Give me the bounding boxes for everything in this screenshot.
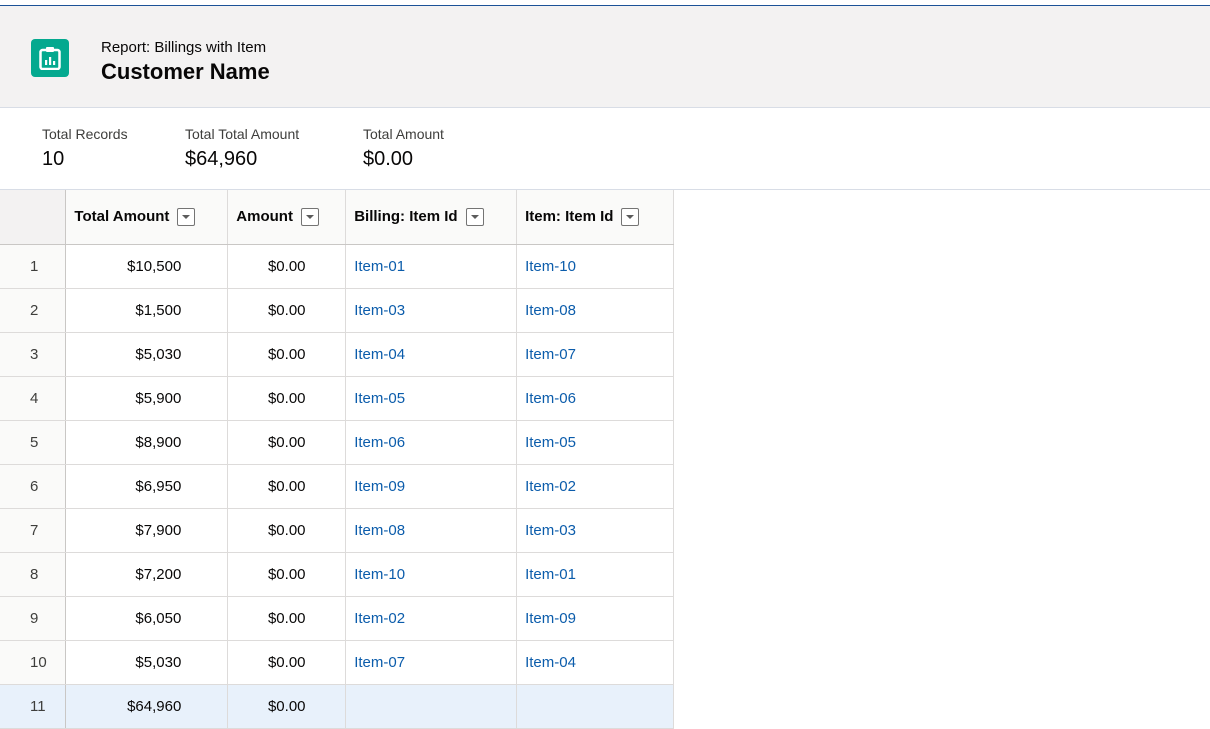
cell-billing-item-link[interactable]: Item-10 bbox=[345, 552, 518, 597]
caret-down-icon bbox=[470, 214, 479, 219]
cell-amount: $0.00 bbox=[227, 640, 347, 685]
table-row: 1 $10,500 $0.00 Item-01 Item-10 bbox=[0, 244, 674, 289]
cell-total-amount: $8,900 bbox=[65, 420, 229, 465]
cell-total-amount: $10,500 bbox=[65, 244, 229, 289]
report-subtitle: Report: Billings with Item bbox=[101, 39, 267, 56]
column-header-label: Item: Item Id bbox=[525, 208, 614, 226]
table-row: 4 $5,900 $0.00 Item-05 Item-06 bbox=[0, 376, 674, 421]
column-header-total-amount[interactable]: Total Amount bbox=[65, 190, 229, 245]
cell-billing-item-link[interactable]: Item-02 bbox=[345, 596, 518, 641]
cell-total-amount: $7,900 bbox=[65, 508, 229, 553]
metric-total-records: Total Records 10 bbox=[42, 126, 128, 171]
report-header: Report: Billings with Item Customer Name bbox=[0, 6, 1210, 108]
cell-amount: $0.00 bbox=[227, 332, 347, 377]
caret-down-icon bbox=[305, 214, 314, 219]
table-row: 9 $6,050 $0.00 Item-02 Item-09 bbox=[0, 596, 674, 641]
cell-empty bbox=[345, 684, 518, 729]
cell-total-amount: $5,030 bbox=[65, 332, 229, 377]
cell-item-item-link[interactable]: Item-01 bbox=[516, 552, 674, 597]
cell-item-item-link[interactable]: Item-10 bbox=[516, 244, 674, 289]
table-row: 3 $5,030 $0.00 Item-04 Item-07 bbox=[0, 332, 674, 377]
row-number: 1 bbox=[0, 244, 67, 289]
table-row: 5 $8,900 $0.00 Item-06 Item-05 bbox=[0, 420, 674, 465]
cell-item-item-link[interactable]: Item-02 bbox=[516, 464, 674, 509]
cell-total-amount: $5,900 bbox=[65, 376, 229, 421]
summary-bar: Total Records 10 Total Total Amount $64,… bbox=[0, 108, 1210, 190]
cell-item-item-link[interactable]: Item-06 bbox=[516, 376, 674, 421]
cell-billing-item-link[interactable]: Item-01 bbox=[345, 244, 518, 289]
cell-billing-item-link[interactable]: Item-09 bbox=[345, 464, 518, 509]
cell-item-item-link[interactable]: Item-04 bbox=[516, 640, 674, 685]
cell-item-item-link[interactable]: Item-07 bbox=[516, 332, 674, 377]
column-header-item-item-id[interactable]: Item: Item Id bbox=[516, 190, 674, 245]
metric-value: $64,960 bbox=[185, 148, 258, 170]
cell-amount: $0.00 bbox=[227, 464, 347, 509]
row-number: 11 bbox=[0, 684, 67, 729]
table-row: 8 $7,200 $0.00 Item-10 Item-01 bbox=[0, 552, 674, 597]
row-number: 6 bbox=[0, 464, 67, 509]
row-number: 7 bbox=[0, 508, 67, 553]
table-row: 10 $5,030 $0.00 Item-07 Item-04 bbox=[0, 640, 674, 685]
column-menu-button[interactable] bbox=[621, 207, 640, 226]
cell-billing-item-link[interactable]: Item-07 bbox=[345, 640, 518, 685]
report-table: Total Amount Amount Billing: Item Id Ite… bbox=[0, 190, 674, 729]
column-header-label: Billing: Item Id bbox=[354, 208, 458, 226]
metric-value: 10 bbox=[42, 148, 65, 170]
cell-total-amount: $7,200 bbox=[65, 552, 229, 597]
cell-grand-total-amount: $64,960 bbox=[65, 684, 229, 729]
column-header-amount[interactable]: Amount bbox=[227, 190, 347, 245]
cell-empty bbox=[516, 684, 674, 729]
metric-total-amount: Total Amount $0.00 bbox=[363, 126, 444, 171]
table-row: 7 $7,900 $0.00 Item-08 Item-03 bbox=[0, 508, 674, 553]
cell-total-amount: $6,050 bbox=[65, 596, 229, 641]
cell-billing-item-link[interactable]: Item-05 bbox=[345, 376, 518, 421]
cell-total-amount: $5,030 bbox=[65, 640, 229, 685]
cell-item-item-link[interactable]: Item-03 bbox=[516, 508, 674, 553]
report-icon bbox=[31, 39, 69, 77]
caret-down-icon bbox=[182, 214, 191, 219]
cell-item-item-link[interactable]: Item-09 bbox=[516, 596, 674, 641]
caret-down-icon bbox=[626, 214, 635, 219]
cell-billing-item-link[interactable]: Item-03 bbox=[345, 288, 518, 333]
cell-total-amount: $1,500 bbox=[65, 288, 229, 333]
row-number: 3 bbox=[0, 332, 67, 377]
cell-amount: $0.00 bbox=[227, 244, 347, 289]
cell-item-item-link[interactable]: Item-05 bbox=[516, 420, 674, 465]
cell-total-amount: $6,950 bbox=[65, 464, 229, 509]
cell-billing-item-link[interactable]: Item-08 bbox=[345, 508, 518, 553]
cell-amount: $0.00 bbox=[227, 376, 347, 421]
cell-amount: $0.00 bbox=[227, 596, 347, 641]
cell-item-item-link[interactable]: Item-08 bbox=[516, 288, 674, 333]
metric-label: Total Records bbox=[42, 126, 128, 142]
cell-amount: $0.00 bbox=[227, 420, 347, 465]
row-number: 10 bbox=[0, 640, 67, 685]
metric-total-total-amount: Total Total Amount $64,960 bbox=[185, 126, 299, 171]
metric-label: Total Amount bbox=[363, 126, 444, 142]
cell-billing-item-link[interactable]: Item-04 bbox=[345, 332, 518, 377]
metric-value: $0.00 bbox=[363, 148, 414, 170]
metric-label: Total Total Amount bbox=[185, 126, 300, 142]
column-header-billing-item-id[interactable]: Billing: Item Id bbox=[345, 190, 518, 245]
cell-amount: $0.00 bbox=[227, 508, 347, 553]
row-number: 2 bbox=[0, 288, 67, 333]
report-title: Customer Name bbox=[101, 59, 270, 84]
row-number: 5 bbox=[0, 420, 67, 465]
row-number-header bbox=[0, 190, 67, 245]
cell-grand-total-amount-sum: $0.00 bbox=[227, 684, 347, 729]
row-number: 9 bbox=[0, 596, 67, 641]
cell-amount: $0.00 bbox=[227, 288, 347, 333]
column-header-label: Total Amount bbox=[74, 208, 170, 226]
row-number: 4 bbox=[0, 376, 67, 421]
column-menu-button[interactable] bbox=[465, 207, 484, 226]
table-header-row: Total Amount Amount Billing: Item Id Ite… bbox=[0, 190, 674, 245]
table-row: 2 $1,500 $0.00 Item-03 Item-08 bbox=[0, 288, 674, 333]
cell-billing-item-link[interactable]: Item-06 bbox=[345, 420, 518, 465]
grand-total-row: 11 $64,960 $0.00 bbox=[0, 684, 674, 729]
column-header-label: Amount bbox=[236, 208, 293, 226]
row-number: 8 bbox=[0, 552, 67, 597]
column-menu-button[interactable] bbox=[177, 207, 196, 226]
column-menu-button[interactable] bbox=[300, 207, 319, 226]
cell-amount: $0.00 bbox=[227, 552, 347, 597]
table-row: 6 $6,950 $0.00 Item-09 Item-02 bbox=[0, 464, 674, 509]
